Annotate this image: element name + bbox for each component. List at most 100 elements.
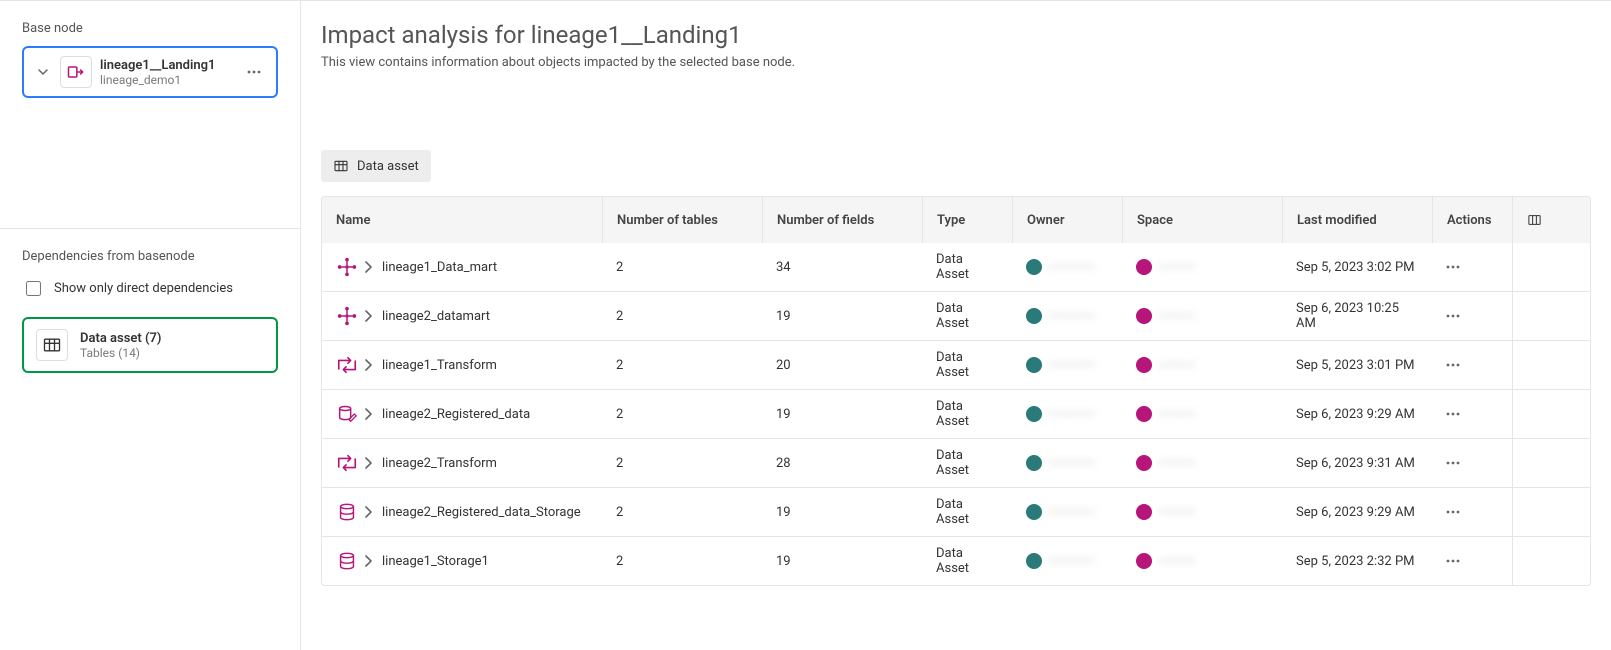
- row-owner: —————: [1012, 308, 1122, 324]
- avatar: [1026, 455, 1042, 471]
- table-row[interactable]: lineage2_Registered_data_Storage219Data …: [322, 487, 1590, 536]
- row-space: ————: [1122, 553, 1282, 569]
- col-modified[interactable]: Last modified: [1282, 197, 1432, 243]
- main-panel: Impact analysis for lineage1__Landing1 T…: [301, 1, 1611, 650]
- chevron-down-icon[interactable]: [34, 67, 52, 77]
- row-type: Data Asset: [922, 546, 1012, 576]
- row-space: ————: [1122, 308, 1282, 324]
- row-space: ————: [1122, 406, 1282, 422]
- filter-chip-data-asset[interactable]: Data asset: [321, 150, 431, 182]
- row-owner: —————: [1012, 455, 1122, 471]
- space-blurred: ————: [1158, 260, 1195, 274]
- owner-blurred: —————: [1048, 456, 1095, 470]
- more-icon: [1446, 265, 1460, 269]
- chevron-right-icon[interactable]: [364, 555, 376, 567]
- space-dot-icon: [1136, 406, 1152, 422]
- row-tables: 2: [602, 309, 762, 324]
- row-tables: 2: [602, 456, 762, 471]
- row-type: Data Asset: [922, 350, 1012, 380]
- col-name[interactable]: Name: [322, 213, 602, 228]
- table-body: lineage1_Data_mart234Data Asset—————————…: [322, 243, 1590, 585]
- data-asset-icon: [36, 329, 68, 361]
- base-node-card[interactable]: lineage1__Landing1 lineage_demo1: [22, 46, 278, 98]
- table-row[interactable]: lineage2_Transform228Data Asset—————————…: [322, 438, 1590, 487]
- table-row[interactable]: lineage2_datamart219Data Asset—————————S…: [322, 291, 1590, 340]
- col-type[interactable]: Type: [922, 197, 1012, 243]
- dep-card-texts: Data asset (7) Tables (14): [80, 331, 161, 360]
- base-node-section: Base node lineage1__Landing1 lineage_dem…: [0, 1, 300, 118]
- row-modified: Sep 6, 2023 10:25 AM: [1282, 301, 1432, 331]
- owner-blurred: —————: [1048, 554, 1095, 568]
- storage-icon: [336, 550, 358, 572]
- base-node-subtitle: lineage_demo1: [100, 73, 234, 87]
- row-type: Data Asset: [922, 497, 1012, 527]
- data-asset-card[interactable]: Data asset (7) Tables (14): [22, 317, 278, 373]
- table-row[interactable]: lineage1_Storage1219Data Asset—————————S…: [322, 536, 1590, 585]
- filter-chip-label: Data asset: [357, 159, 419, 174]
- row-type: Data Asset: [922, 252, 1012, 282]
- row-modified: Sep 6, 2023 9:31 AM: [1282, 456, 1432, 471]
- avatar: [1026, 553, 1042, 569]
- table-row[interactable]: lineage1_Transform220Data Asset—————————…: [322, 340, 1590, 389]
- direct-deps-label: Show only direct dependencies: [54, 281, 233, 296]
- owner-blurred: —————: [1048, 309, 1095, 323]
- landing-node-icon: [60, 56, 92, 88]
- base-node-title: lineage1__Landing1: [100, 58, 234, 73]
- chevron-right-icon[interactable]: [364, 408, 376, 420]
- owner-blurred: —————: [1048, 260, 1095, 274]
- space-blurred: ————: [1158, 358, 1195, 372]
- row-actions[interactable]: [1432, 559, 1512, 563]
- row-actions[interactable]: [1432, 461, 1512, 465]
- row-fields: 28: [762, 456, 922, 471]
- row-actions[interactable]: [1432, 314, 1512, 318]
- row-name-text: lineage1_Storage1: [382, 554, 489, 569]
- avatar: [1026, 406, 1042, 422]
- col-owner[interactable]: Owner: [1012, 197, 1122, 243]
- page-title: Impact analysis for lineage1__Landing1: [321, 21, 1591, 49]
- transform-icon: [336, 452, 358, 474]
- chevron-right-icon[interactable]: [364, 261, 376, 273]
- storage-icon: [336, 501, 358, 523]
- row-actions[interactable]: [1432, 412, 1512, 416]
- dep-card-subtitle: Tables (14): [80, 346, 161, 360]
- space-dot-icon: [1136, 504, 1152, 520]
- avatar: [1026, 259, 1042, 275]
- col-num-tables[interactable]: Number of tables: [602, 197, 762, 243]
- row-owner: —————: [1012, 553, 1122, 569]
- chevron-right-icon[interactable]: [364, 359, 376, 371]
- impact-table: Name Number of tables Number of fields T…: [321, 196, 1591, 586]
- row-tables: 2: [602, 260, 762, 275]
- row-fields: 19: [762, 309, 922, 324]
- space-blurred: ————: [1158, 554, 1195, 568]
- more-icon: [1446, 363, 1460, 367]
- row-space: ————: [1122, 357, 1282, 373]
- space-dot-icon: [1136, 455, 1152, 471]
- avatar: [1026, 308, 1042, 324]
- columns-icon: [1527, 212, 1542, 228]
- row-fields: 20: [762, 358, 922, 373]
- table-row[interactable]: lineage2_Registered_data219Data Asset———…: [322, 389, 1590, 438]
- table-grid-icon: [333, 158, 349, 174]
- chevron-right-icon[interactable]: [364, 506, 376, 518]
- space-dot-icon: [1136, 553, 1152, 569]
- column-picker-button[interactable]: [1512, 197, 1556, 243]
- row-name-text: lineage1_Transform: [382, 358, 497, 373]
- col-space[interactable]: Space: [1122, 197, 1282, 243]
- row-actions[interactable]: [1432, 363, 1512, 367]
- row-actions[interactable]: [1432, 265, 1512, 269]
- row-tables: 2: [602, 358, 762, 373]
- more-icon[interactable]: [242, 60, 266, 84]
- direct-deps-checkbox[interactable]: [26, 281, 41, 296]
- direct-deps-checkbox-row[interactable]: Show only direct dependencies: [22, 278, 278, 299]
- row-owner: —————: [1012, 504, 1122, 520]
- more-icon: [1446, 510, 1460, 514]
- app-root: Base node lineage1__Landing1 lineage_dem…: [0, 0, 1611, 650]
- chevron-right-icon[interactable]: [364, 457, 376, 469]
- table-header: Name Number of tables Number of fields T…: [322, 197, 1590, 243]
- chevron-right-icon[interactable]: [364, 310, 376, 322]
- space-dot-icon: [1136, 308, 1152, 324]
- table-row[interactable]: lineage1_Data_mart234Data Asset—————————…: [322, 243, 1590, 291]
- row-actions[interactable]: [1432, 510, 1512, 514]
- avatar: [1026, 357, 1042, 373]
- col-num-fields[interactable]: Number of fields: [762, 197, 922, 243]
